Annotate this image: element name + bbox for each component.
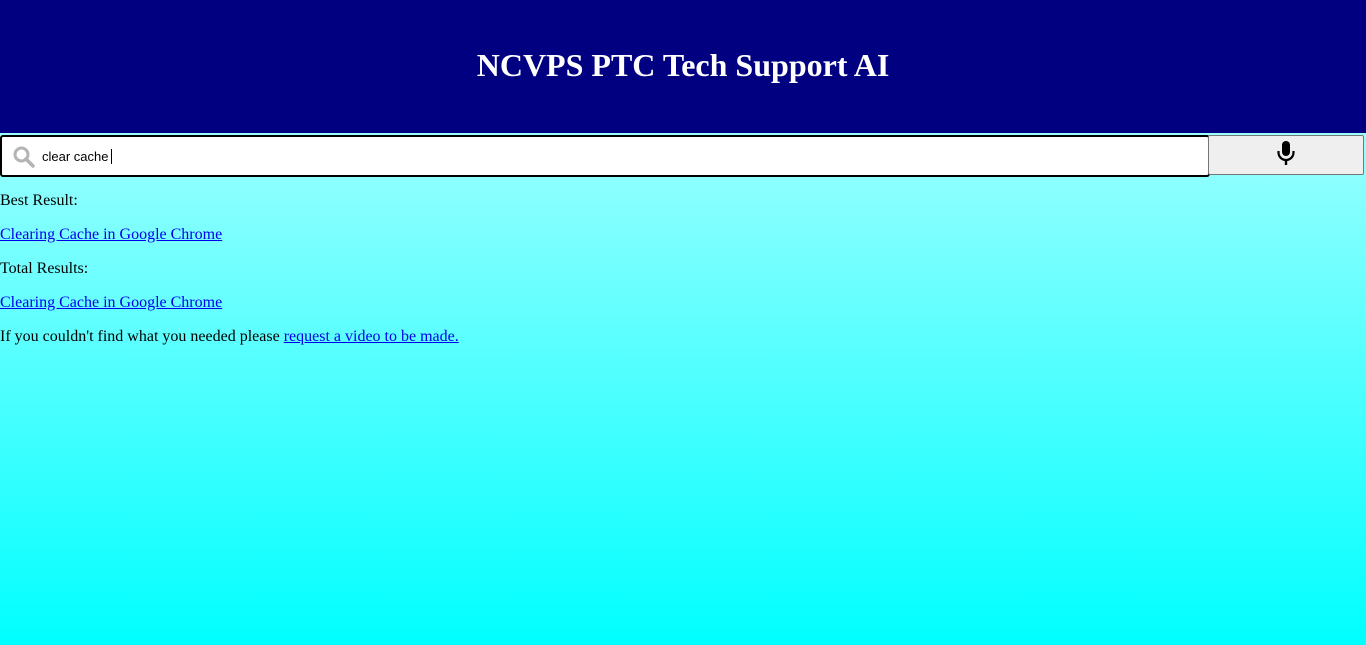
search-row: [0, 135, 1366, 177]
text-caret: [111, 149, 112, 164]
best-result-link[interactable]: Clearing Cache in Google Chrome: [0, 226, 222, 243]
search-input[interactable]: [42, 144, 1192, 168]
result-link[interactable]: Clearing Cache in Google Chrome: [0, 294, 222, 311]
page-header: NCVPS PTC Tech Support AI: [0, 0, 1366, 133]
microphone-button[interactable]: [1208, 135, 1364, 175]
search-icon: [12, 145, 36, 169]
request-video-link[interactable]: request a video to be made.: [284, 328, 459, 345]
total-results-label: Total Results:: [0, 260, 89, 277]
results-section: Best Result: Clearing Cache in Google Ch…: [0, 192, 459, 362]
search-box[interactable]: [0, 135, 1210, 177]
best-result-label: Best Result:: [0, 192, 78, 209]
page-title: NCVPS PTC Tech Support AI: [476, 47, 890, 83]
microphone-icon: [1274, 139, 1298, 172]
request-video-text: If you couldn't find what you needed ple…: [0, 328, 459, 346]
request-video-prefix: If you couldn't find what you needed ple…: [0, 328, 284, 345]
